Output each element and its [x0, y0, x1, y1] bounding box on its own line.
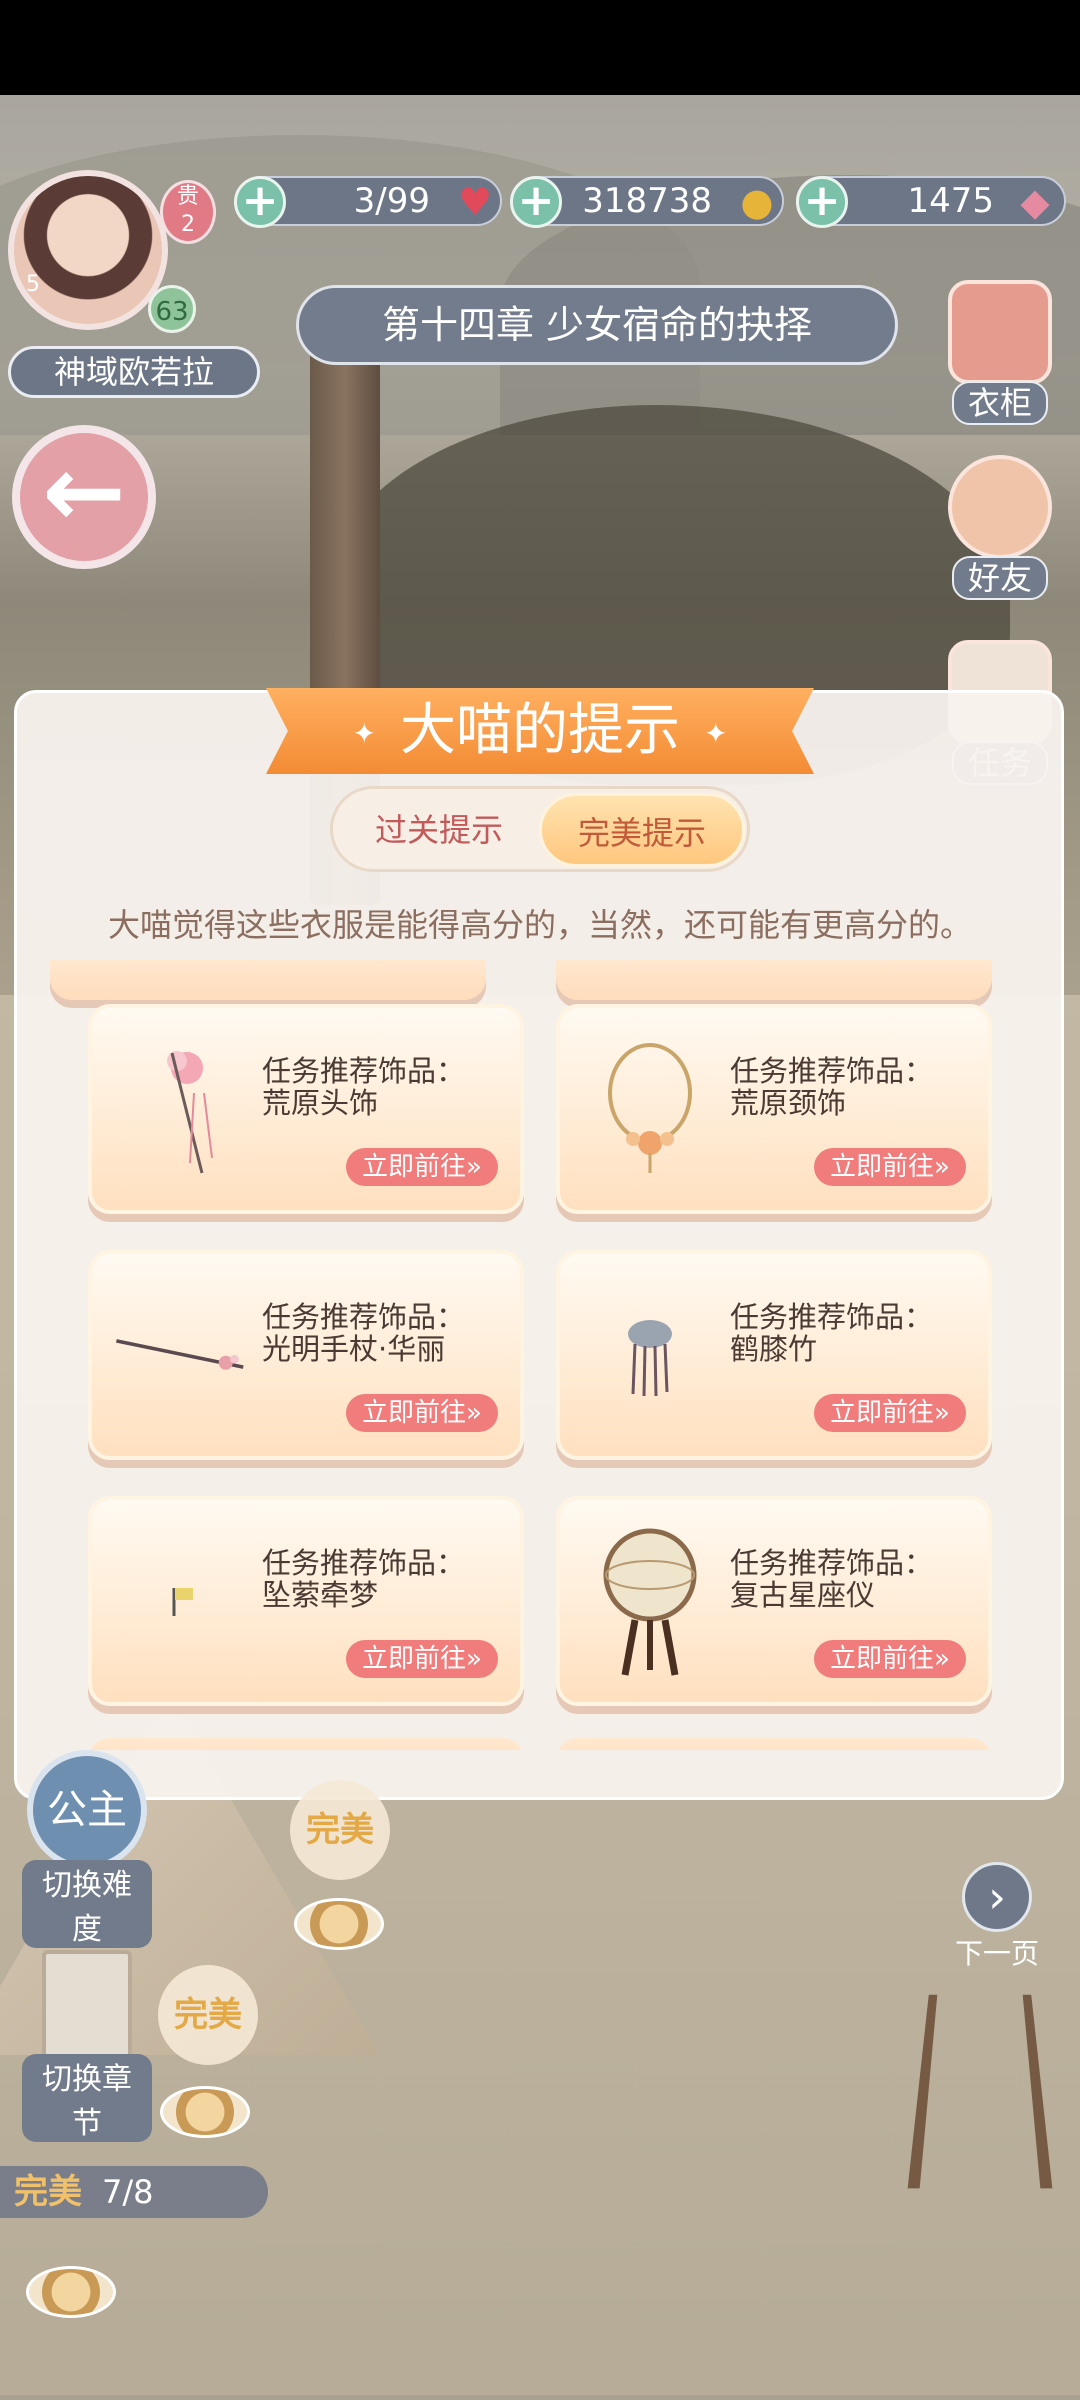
- item-card: 任务推荐饰品： 鹤膝竹 立即前往»: [556, 1250, 992, 1460]
- perfect-stamp: 完美: [158, 1965, 258, 2065]
- level-badge: 63: [148, 285, 196, 333]
- card-peek: [88, 1738, 524, 1750]
- vip-level: 2: [181, 212, 195, 237]
- item-name: 复古星座仪: [730, 1578, 876, 1612]
- card-peek: [556, 960, 992, 1000]
- item-card: 任务推荐饰品： 复古星座仪 立即前往»: [556, 1496, 992, 1706]
- item-name: 荒原颈饰: [730, 1086, 847, 1120]
- medal-icon[interactable]: [160, 2086, 250, 2138]
- hairpin-icon: [112, 1028, 252, 1188]
- progress-label: 完美: [14, 2172, 82, 2212]
- goto-button[interactable]: 立即前往»: [814, 1640, 966, 1678]
- player-name[interactable]: 神域欧若拉: [8, 346, 260, 398]
- item-card: 任务推荐饰品： 荒原头饰 立即前往»: [88, 1004, 524, 1214]
- tab-perfect-hint[interactable]: 完美提示: [539, 793, 745, 867]
- chevron-right-icon: ›: [962, 1862, 1032, 1932]
- vip-label: 贵: [176, 184, 199, 209]
- item-card: 任务推荐饰品： 光明手杖·华丽 立即前往»: [88, 1250, 524, 1460]
- friends-icon: [948, 455, 1052, 559]
- medal-icon[interactable]: [26, 2266, 116, 2318]
- switch-difficulty-label: 切换难度: [22, 1860, 152, 1948]
- item-name: 荒原头饰: [262, 1086, 379, 1120]
- necklace-icon: [580, 1028, 720, 1188]
- dialog-title-text: 大喵的提示: [400, 698, 680, 763]
- back-button[interactable]: ←: [12, 425, 156, 569]
- goto-button[interactable]: 立即前往»: [346, 1394, 498, 1432]
- hint-tabs: 过关提示 完美提示: [330, 786, 750, 872]
- add-gold-button[interactable]: +: [510, 176, 562, 228]
- goto-button[interactable]: 立即前往»: [814, 1394, 966, 1432]
- heart-icon: ♥: [457, 180, 493, 224]
- status-bar: [0, 0, 1080, 95]
- avatar-sub-level: 5: [26, 272, 40, 297]
- sparkle-icon: ✦: [352, 716, 376, 750]
- item-list[interactable]: 任务推荐饰品： 荒原头饰 立即前往» 任务推荐饰品： 荒原颈饰 立即前往» 任务…: [40, 960, 1040, 1750]
- medal-icon[interactable]: [294, 1898, 384, 1950]
- perfect-progress: 完美 7/8: [0, 2166, 268, 2218]
- coin-icon: ●: [740, 180, 774, 224]
- globe-icon: [580, 1520, 720, 1680]
- wardrobe-button[interactable]: 衣柜: [940, 280, 1060, 425]
- switch-chapter-label: 切换章节: [22, 2054, 152, 2142]
- goto-button[interactable]: 立即前往»: [346, 1640, 498, 1678]
- tab-pass-hint[interactable]: 过关提示: [339, 793, 539, 867]
- wardrobe-icon: [948, 280, 1052, 384]
- card-peek: [50, 960, 486, 1000]
- flag-icon: [112, 1520, 252, 1680]
- switch-difficulty-button[interactable]: 公主 切换难度: [22, 1750, 152, 1948]
- difficulty-badge: 公主: [27, 1750, 147, 1870]
- wardrobe-label: 衣柜: [951, 381, 1048, 425]
- card-peek: [556, 1738, 992, 1750]
- next-page-button[interactable]: › 下一页: [952, 1862, 1042, 1972]
- friends-button[interactable]: 好友: [940, 455, 1060, 600]
- vip-badge[interactable]: 贵 2: [160, 180, 216, 244]
- friends-label: 好友: [951, 556, 1048, 600]
- add-stamina-button[interactable]: +: [234, 176, 286, 228]
- next-page-label: 下一页: [954, 1937, 1039, 1970]
- diamond-value: 1475: [907, 181, 994, 221]
- hint-text: 大喵觉得这些衣服是能得高分的，当然，还可能有更高分的。: [107, 906, 972, 944]
- staff-icon: [112, 1274, 252, 1434]
- item-name: 鹤膝竹: [730, 1332, 818, 1366]
- charm-icon: [580, 1274, 720, 1434]
- item-name: 光明手杖·华丽: [262, 1332, 446, 1366]
- goto-button[interactable]: 立即前往»: [346, 1148, 498, 1186]
- sparkle-icon: ✦: [704, 716, 728, 750]
- dialog-title: ✦ 大喵的提示 ✦: [266, 688, 814, 774]
- stamina-value: 3/99: [353, 181, 430, 221]
- switch-chapter-button[interactable]: 切换章节: [22, 1950, 152, 2142]
- back-arrow-icon: ←: [42, 433, 126, 550]
- item-card: 任务推荐饰品： 坠萦牵梦 立即前往»: [88, 1496, 524, 1706]
- gold-value: 318738: [582, 181, 712, 221]
- book-icon: [42, 1950, 132, 2060]
- perfect-stamp: 完美: [290, 1780, 390, 1880]
- diamond-icon: ◆: [1020, 180, 1050, 224]
- item-name: 坠萦牵梦: [262, 1578, 379, 1612]
- item-card: 任务推荐饰品： 荒原颈饰 立即前往»: [556, 1004, 992, 1214]
- player-avatar[interactable]: [8, 170, 168, 330]
- progress-value: 7/8: [102, 2173, 154, 2211]
- chapter-title: 第十四章 少女宿命的抉择: [296, 285, 898, 365]
- add-diamond-button[interactable]: +: [796, 176, 848, 228]
- campfire-tripod: [907, 1994, 1053, 2189]
- goto-button[interactable]: 立即前往»: [814, 1148, 966, 1186]
